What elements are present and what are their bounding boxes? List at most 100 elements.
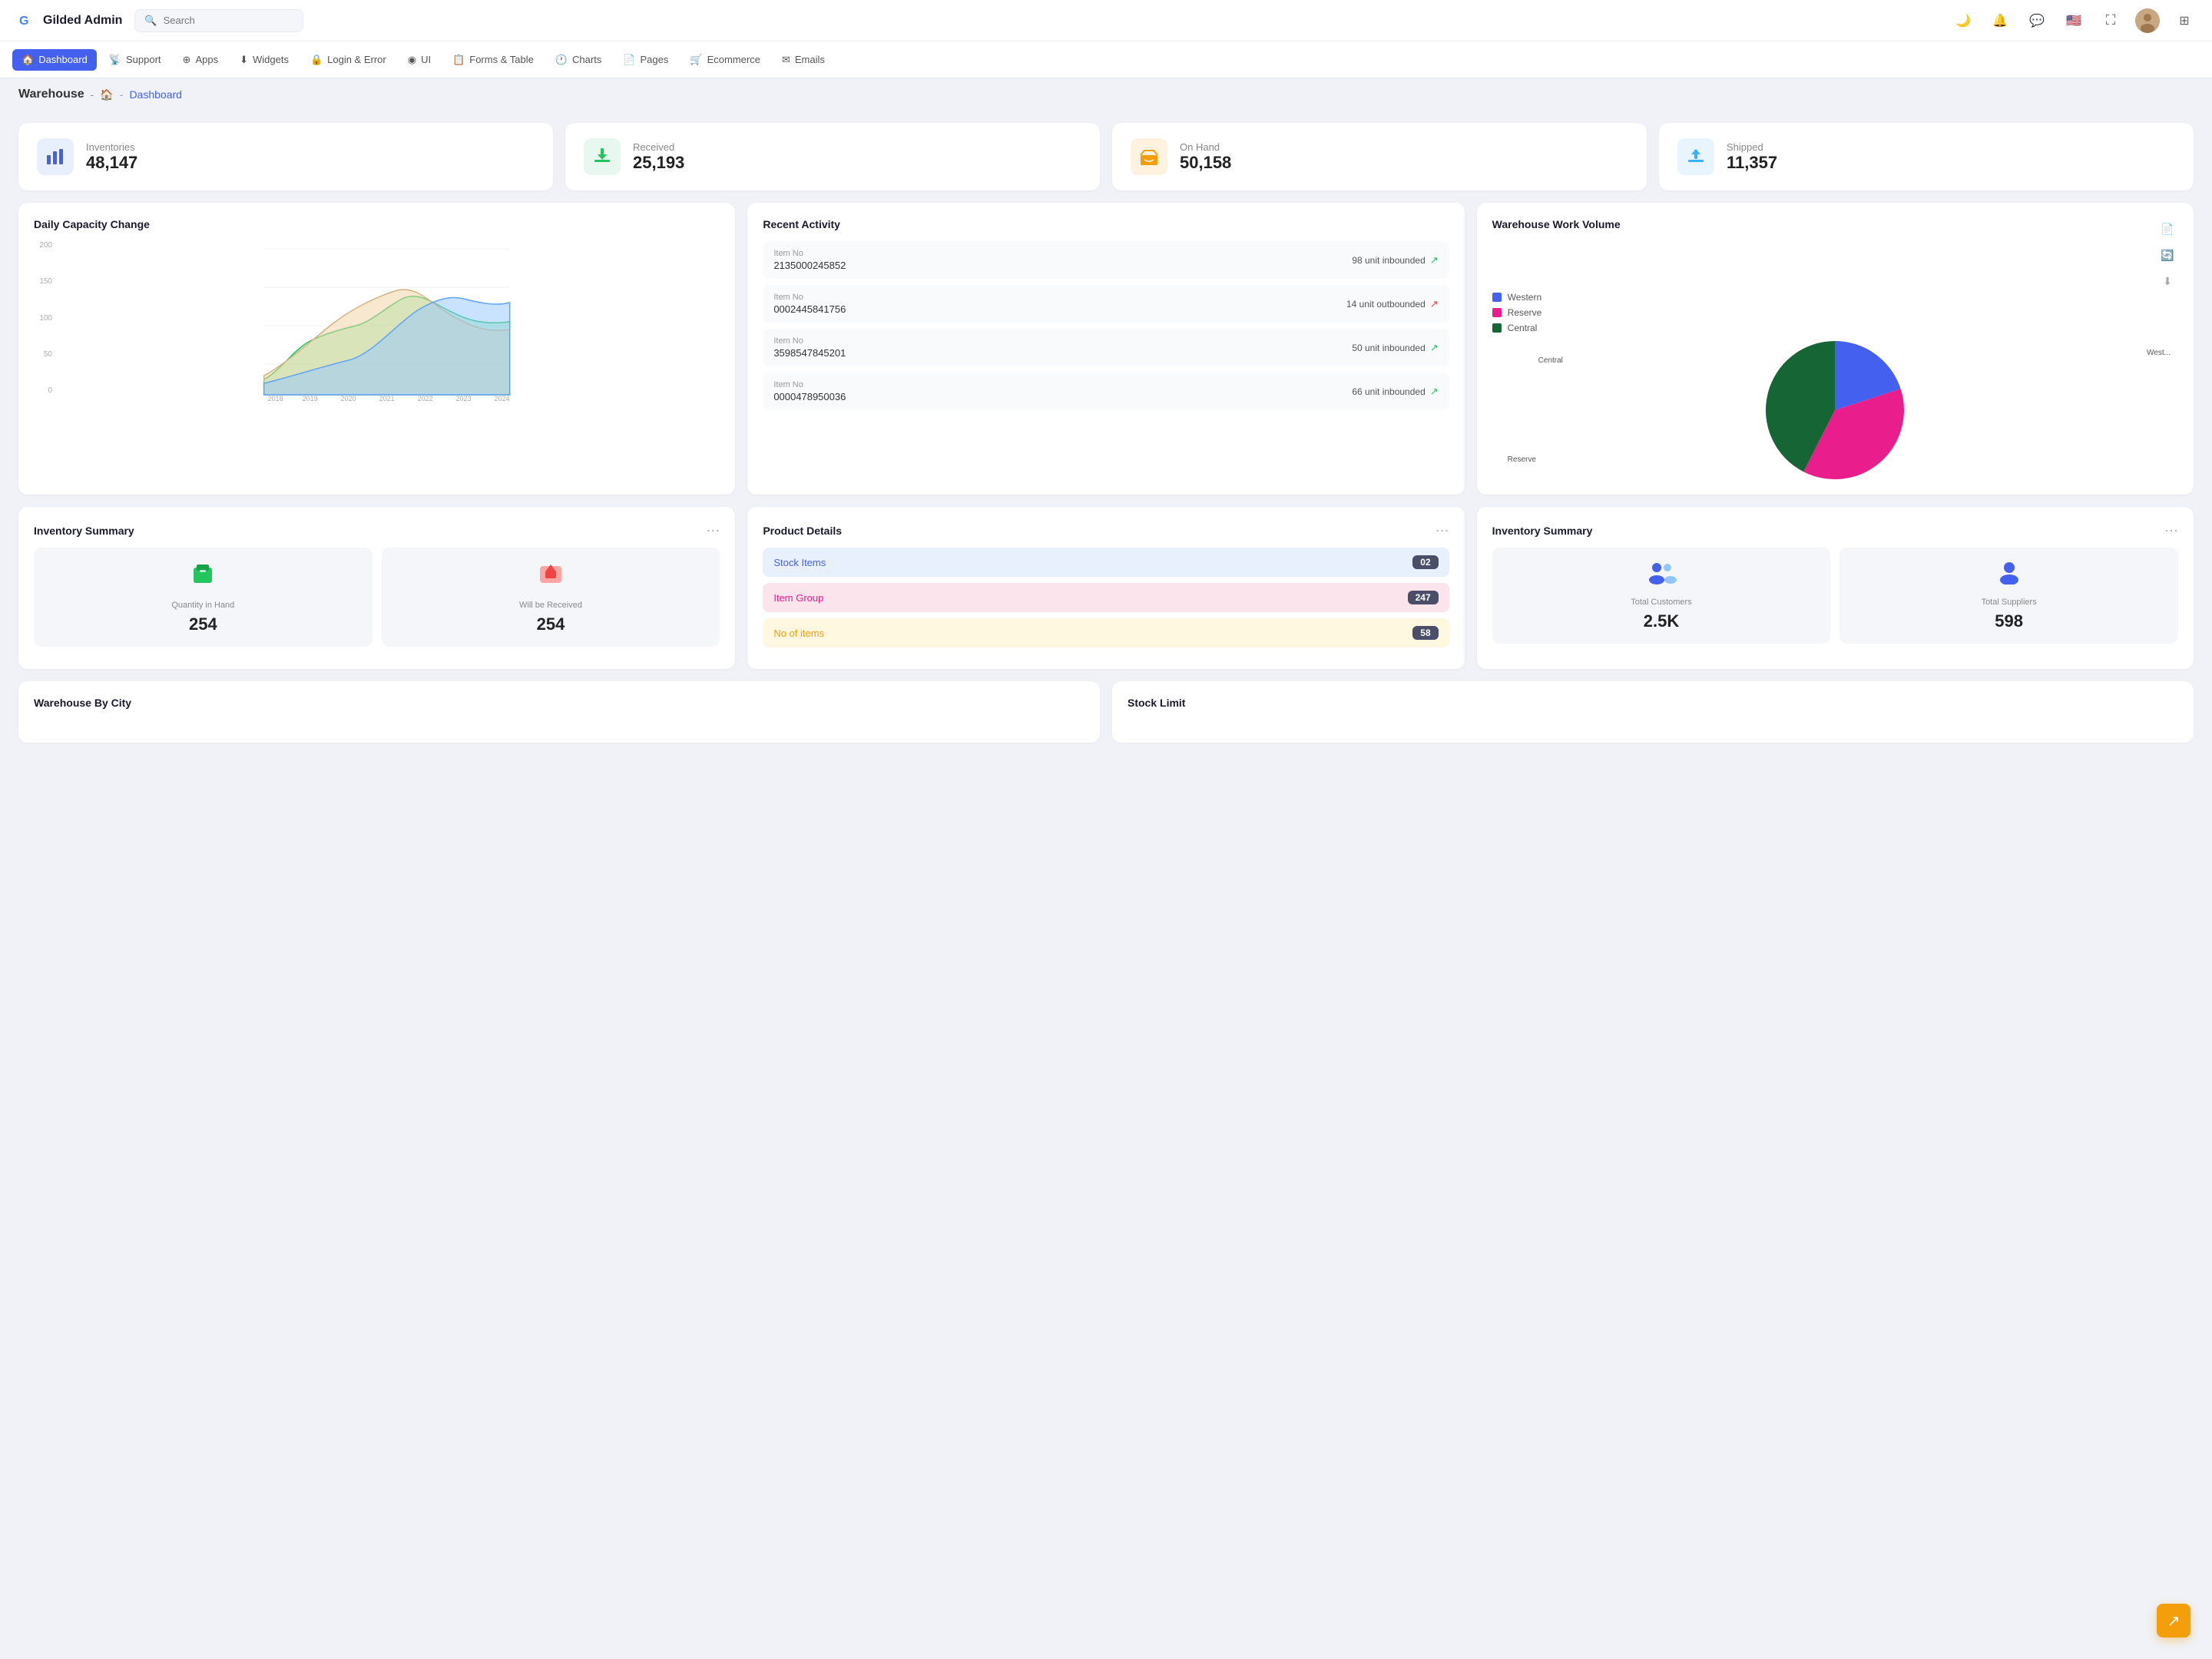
menu-label-emails: Emails xyxy=(795,54,825,65)
svg-text:2023: 2023 xyxy=(456,395,472,402)
inv-summary-left-menu[interactable]: ··· xyxy=(706,522,720,538)
inv-box-will-received: Will be Received 254 xyxy=(382,548,720,647)
emails-icon: ✉ xyxy=(782,54,790,66)
avatar-image xyxy=(2135,8,2160,33)
stat-info-received: Received 25,193 xyxy=(633,141,684,173)
will-received-icon xyxy=(537,560,565,593)
stat-cards-row: Inventories 48,147 Received 25,193 xyxy=(18,123,2194,190)
language-button[interactable]: 🇺🇸 xyxy=(2061,8,2086,33)
menu-item-support[interactable]: 📡 Support xyxy=(100,49,171,71)
activity-label-3: Item No xyxy=(773,380,846,389)
dark-mode-button[interactable]: 🌙 xyxy=(1951,8,1975,33)
inv-summary-left-header: Inventory Summary ··· xyxy=(34,522,720,538)
charts-icon: 🕐 xyxy=(555,54,568,66)
inbound-icon-2: ↗ xyxy=(1430,342,1439,354)
y-axis-labels: 0 50 100 150 200 xyxy=(34,241,52,395)
legend-dot-reserve xyxy=(1492,308,1502,317)
top-nav: G Gilded Admin 🔍 🌙 🔔 💬 🇺🇸 ⛶ ⊞ xyxy=(0,0,2212,41)
menu-item-apps[interactable]: ⊕ Apps xyxy=(174,49,228,71)
breadcrumb-page[interactable]: Dashboard xyxy=(129,88,182,101)
svg-text:2021: 2021 xyxy=(379,395,395,402)
menu-item-login-error[interactable]: 🔒 Login & Error xyxy=(301,49,396,71)
widgets-icon: ⬇ xyxy=(240,54,248,66)
cust-sup-items: Total Customers 2.5K Total Suppliers 598 xyxy=(1492,548,2178,644)
app-name: Gilded Admin xyxy=(43,14,122,28)
activity-item-left-1: Item No 0002445841756 xyxy=(773,293,846,315)
volume-refresh-button[interactable]: 🔄 xyxy=(2157,244,2178,266)
activity-value-3: 0000478950036 xyxy=(773,391,846,402)
total-suppliers-value: 598 xyxy=(1995,611,2023,631)
activity-action-3: 66 unit inbounded ↗ xyxy=(1352,386,1438,398)
menu-label-login-error: Login & Error xyxy=(327,54,386,65)
pie-legend: Western Reserve Central xyxy=(1492,292,2178,333)
last-row: Warehouse By City Stock Limit xyxy=(18,681,2194,743)
svg-text:G: G xyxy=(19,15,28,28)
grid-menu-button[interactable]: ⊞ xyxy=(2172,8,2197,33)
ecommerce-icon: 🛒 xyxy=(690,54,702,66)
menu-bar: 🏠 Dashboard 📡 Support ⊕ Apps ⬇ Widgets 🔒… xyxy=(0,41,2212,78)
fab-icon: ↗ xyxy=(2167,1611,2181,1631)
product-details-menu[interactable]: ··· xyxy=(1435,522,1449,538)
total-customers-label: Total Customers xyxy=(1631,598,1691,607)
menu-item-forms-table[interactable]: 📋 Forms & Table xyxy=(443,49,543,71)
legend-dot-central xyxy=(1492,323,1502,333)
search-bar[interactable]: 🔍 xyxy=(134,9,303,32)
menu-item-pages[interactable]: 📄 Pages xyxy=(614,49,677,71)
activity-action-text-2: 50 unit inbounded xyxy=(1352,343,1425,353)
activity-action-1: 14 unit outbounded ↗ xyxy=(1346,298,1439,310)
search-input[interactable] xyxy=(164,15,294,26)
pie-label-reserve: Reserve xyxy=(1508,455,1536,464)
group-icon xyxy=(1646,560,1677,584)
menu-item-ui[interactable]: ◉ UI xyxy=(399,49,440,71)
pie-chart-svg xyxy=(1766,341,1904,479)
inbox-icon xyxy=(1138,146,1160,167)
customers-icon xyxy=(1646,560,1677,590)
svg-text:2020: 2020 xyxy=(341,395,356,402)
activity-value-1: 0002445841756 xyxy=(773,303,846,315)
messages-button[interactable]: 💬 xyxy=(2025,8,2049,33)
fab-button[interactable]: ↗ xyxy=(2157,1604,2190,1637)
app-logo[interactable]: G Gilded Admin xyxy=(15,10,122,31)
menu-item-dashboard[interactable]: 🏠 Dashboard xyxy=(12,49,97,71)
avatar[interactable] xyxy=(2135,8,2160,33)
menu-label-forms-table: Forms & Table xyxy=(469,54,534,65)
total-customers-box: Total Customers 2.5K xyxy=(1492,548,1831,644)
stat-label-inventories: Inventories xyxy=(86,141,137,153)
menu-item-ecommerce[interactable]: 🛒 Ecommerce xyxy=(680,49,770,71)
total-suppliers-label: Total Suppliers xyxy=(1982,598,2037,607)
product-details-title: Product Details xyxy=(763,525,842,537)
total-suppliers-box: Total Suppliers 598 xyxy=(1839,548,2178,644)
notifications-button[interactable]: 🔔 xyxy=(1988,8,2012,33)
volume-file-button[interactable]: 📄 xyxy=(2157,218,2178,240)
volume-download-button[interactable]: ⬇ xyxy=(2157,270,2178,292)
product-label-no-of-items: No of items xyxy=(773,628,824,639)
fullscreen-button[interactable]: ⛶ xyxy=(2098,8,2123,33)
stat-value-shipped: 11,357 xyxy=(1727,153,1777,173)
activity-item-left-0: Item No 2135000245852 xyxy=(773,249,846,271)
activity-label-0: Item No xyxy=(773,249,846,258)
stat-card-received: Received 25,193 xyxy=(565,123,1100,190)
total-customers-value: 2.5K xyxy=(1644,611,1679,631)
menu-item-widgets[interactable]: ⬇ Widgets xyxy=(230,49,298,71)
inv-summary-right-menu[interactable]: ··· xyxy=(2164,522,2178,538)
stat-card-inventories: Inventories 48,147 xyxy=(18,123,553,190)
menu-item-charts[interactable]: 🕐 Charts xyxy=(546,49,611,71)
product-label-stock-items: Stock Items xyxy=(773,557,826,568)
stock-limit-title: Stock Limit xyxy=(1128,697,2178,709)
pie-chart-wrap: West... Reserve Central xyxy=(1492,341,2178,479)
search-icon: 🔍 xyxy=(144,15,157,27)
activity-action-2: 50 unit inbounded ↗ xyxy=(1352,342,1438,354)
stat-info-on-hand: On Hand 50,158 xyxy=(1180,141,1231,173)
share-icon xyxy=(537,560,565,588)
stat-label-shipped: Shipped xyxy=(1727,141,1777,153)
menu-item-emails[interactable]: ✉ Emails xyxy=(773,49,834,71)
product-item-item-group: Item Group 247 xyxy=(763,583,1449,612)
support-icon: 📡 xyxy=(109,54,121,66)
warehouse-city-title: Warehouse By City xyxy=(34,697,1084,709)
pie-label-western: West... xyxy=(2147,349,2171,357)
product-details-card: Product Details ··· Stock Items 02 Item … xyxy=(747,507,1464,669)
warehouse-volume-title: Warehouse Work Volume xyxy=(1492,218,1621,230)
stat-label-on-hand: On Hand xyxy=(1180,141,1231,153)
product-item-stock-items: Stock Items 02 xyxy=(763,548,1449,577)
legend-label-western: Western xyxy=(1508,292,1541,303)
